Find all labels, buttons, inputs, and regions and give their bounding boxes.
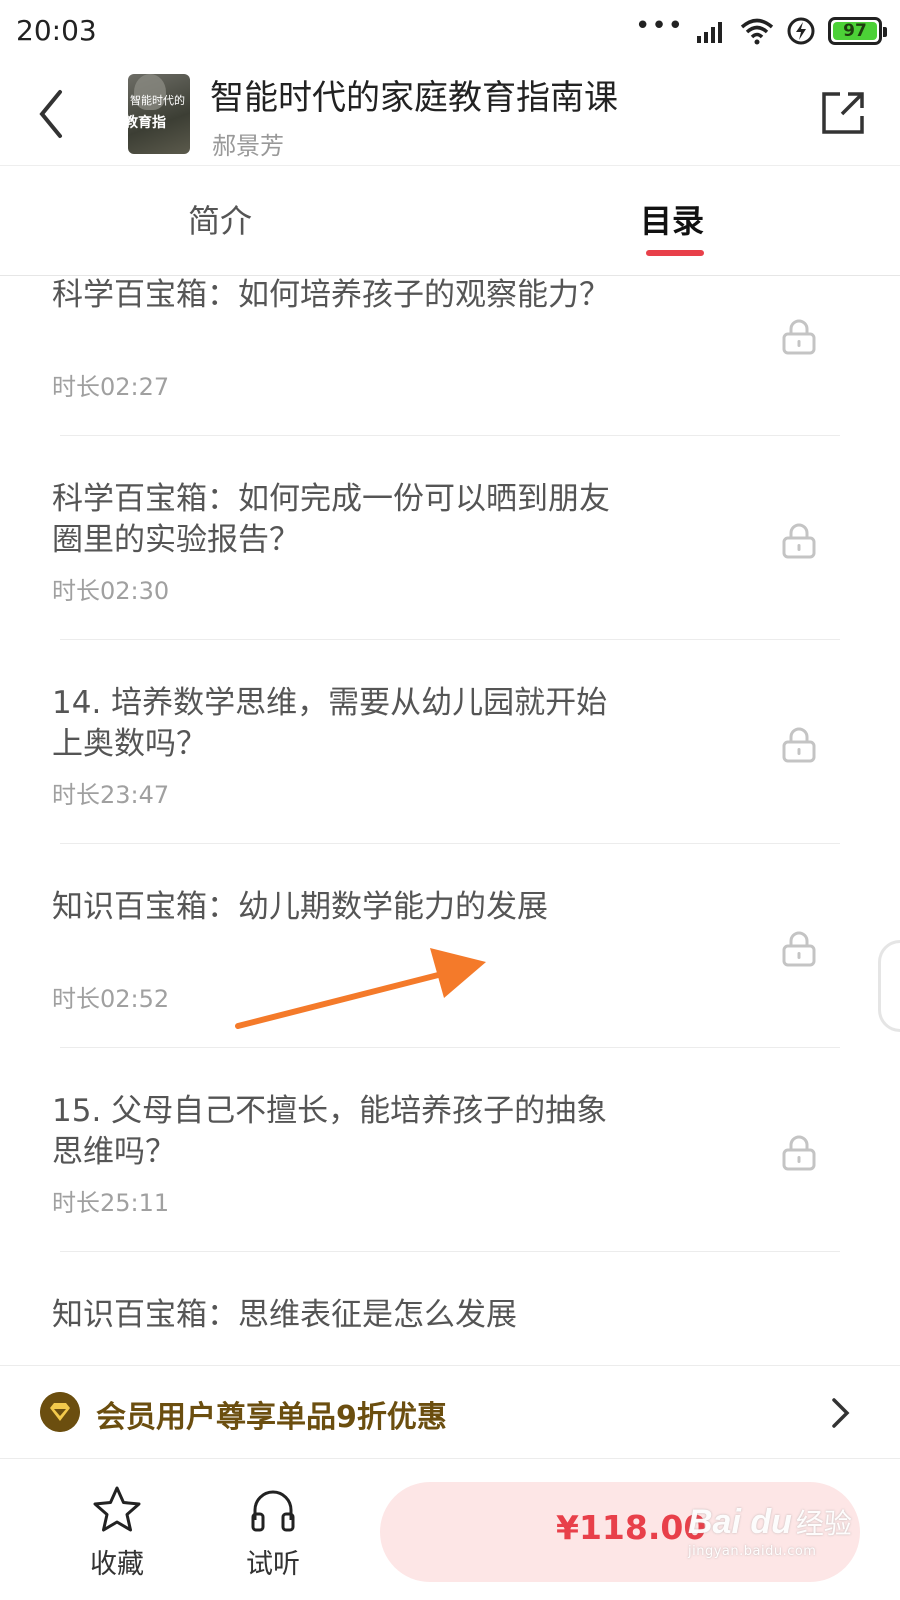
watermark-logo: Bai du: [688, 1503, 792, 1541]
lock-icon: [782, 319, 816, 355]
list-divider: [60, 1251, 840, 1252]
lock-icon: [782, 1135, 816, 1171]
watermark-cn: 经验: [795, 1507, 852, 1540]
lock-icon: [782, 523, 816, 559]
price-label: ¥118.00: [556, 1508, 707, 1547]
star-icon: [93, 1486, 141, 1532]
list-divider: [60, 435, 840, 436]
lesson-item[interactable]: 15. 父母自己不擅长，能培养孩子的抽象思维吗？ 时长25:11: [0, 1091, 900, 1299]
headphones-icon: [251, 1490, 295, 1532]
trial-listen-label: 试听: [246, 1549, 300, 1580]
share-icon[interactable]: [818, 88, 868, 138]
cover-text-line2: 教育指: [128, 115, 166, 131]
lesson-title: 14. 培养数学思维，需要从幼儿园就开始上奥数吗？: [52, 685, 608, 762]
back-arrow-icon[interactable]: [32, 84, 72, 144]
cover-text-line1: 智能时代的: [130, 94, 185, 107]
trial-listen-button[interactable]: 试听: [218, 1484, 328, 1581]
list-divider: [60, 639, 840, 640]
lesson-item[interactable]: 14. 培养数学思维，需要从幼儿园就开始上奥数吗？ 时长23:47: [0, 683, 900, 891]
lesson-title: 知识百宝箱：思维表征是怎么发展: [52, 1297, 517, 1333]
lesson-duration: 时长02:52: [52, 985, 170, 1013]
status-time: 20:03: [16, 14, 97, 47]
list-divider: [60, 1047, 840, 1048]
member-discount-text: 会员用户尊享单品9折优惠: [96, 1400, 447, 1435]
lesson-list[interactable]: 科学百宝箱：如何培养孩子的观察能力？ 时长02:27 科学百宝箱：如何完成一份可…: [0, 277, 900, 1365]
lesson-item[interactable]: 科学百宝箱：如何完成一份可以晒到朋友圈里的实验报告？ 时长02:30: [0, 479, 900, 687]
baidu-jingyan-watermark: Bai du 经验 jingyan.baidu.com: [688, 1502, 858, 1559]
lesson-title: 科学百宝箱：如何完成一份可以晒到朋友圈里的实验报告？: [52, 481, 610, 558]
lesson-title: 15. 父母自己不擅长，能培养孩子的抽象思维吗？: [52, 1093, 608, 1170]
tab-bar: 简介 目录: [0, 166, 900, 276]
favorite-button[interactable]: 收藏: [62, 1484, 172, 1581]
more-dots-icon: •••: [634, 11, 684, 41]
lesson-title: 科学百宝箱：如何培养孩子的观察能力？: [52, 277, 610, 313]
course-title: 智能时代的家庭教育指南课: [210, 78, 618, 118]
lesson-duration: 时长25:11: [52, 1189, 170, 1217]
wifi-icon: [740, 18, 774, 45]
charging-icon: [787, 17, 815, 45]
lesson-title: 知识百宝箱：幼儿期数学能力的发展: [52, 889, 548, 925]
signal-icon: [697, 22, 722, 43]
favorite-label: 收藏: [90, 1549, 144, 1580]
lesson-duration: 时长02:30: [52, 577, 170, 605]
tab-catalog[interactable]: 目录: [640, 196, 704, 242]
status-icons: ••• 97: [634, 11, 887, 48]
status-bar: 20:03 ••• 97: [0, 0, 900, 62]
list-divider: [60, 843, 840, 844]
battery-icon: 97: [828, 17, 887, 45]
vip-diamond-icon: [40, 1392, 80, 1432]
course-cover-image[interactable]: 智能时代的 教育指: [128, 74, 190, 154]
chevron-right-icon: [832, 1398, 850, 1428]
side-drawer-handle[interactable]: [878, 940, 900, 1032]
course-author[interactable]: 郝景芳: [212, 126, 284, 161]
lock-icon: [782, 931, 816, 967]
lock-icon: [782, 727, 816, 763]
lesson-duration: 时长02:27: [52, 373, 170, 401]
lesson-item[interactable]: 知识百宝箱：思维表征是怎么发展: [0, 1295, 900, 1365]
lesson-item[interactable]: 科学百宝箱：如何培养孩子的观察能力？ 时长02:27: [0, 277, 900, 483]
course-header: 智能时代的 教育指 智能时代的家庭教育指南课 郝景芳: [0, 62, 900, 166]
lesson-item[interactable]: 知识百宝箱：幼儿期数学能力的发展 时长02:52: [0, 887, 900, 1095]
member-discount-banner[interactable]: 会员用户尊享单品9折优惠: [0, 1365, 900, 1459]
tab-intro[interactable]: 简介: [188, 196, 252, 242]
lesson-duration: 时长23:47: [52, 781, 170, 809]
battery-level: 97: [843, 21, 867, 41]
watermark-url: jingyan.baidu.com: [688, 1544, 817, 1559]
active-tab-indicator: [646, 250, 704, 256]
